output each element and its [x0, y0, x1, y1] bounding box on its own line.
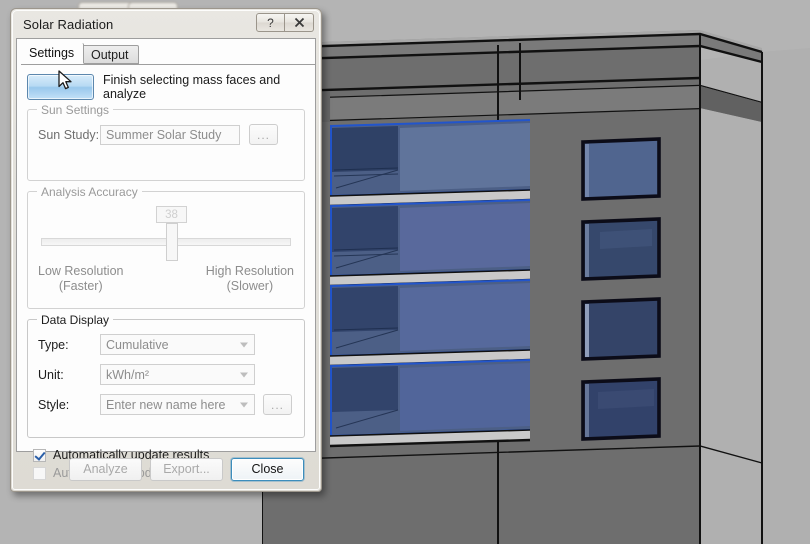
type-label: Type:: [38, 337, 69, 352]
accuracy-low-label-line1: Low Resolution: [38, 264, 124, 278]
sun-study-browse-button[interactable]: ...: [249, 124, 278, 145]
export-button-label: Export...: [163, 462, 210, 476]
dialog-client-area: Settings Output Finish selecting mass fa…: [16, 38, 316, 480]
style-row: Style: Enter new name here ...: [38, 394, 294, 415]
accuracy-slider-value: 38: [165, 208, 178, 221]
analysis-accuracy-group: Analysis Accuracy 38 Low Resolution (Fas…: [27, 185, 305, 309]
accuracy-high-label: High Resolution (Slower): [206, 264, 294, 294]
style-value: Enter new name here: [106, 397, 226, 412]
type-value: Cumulative: [106, 337, 169, 352]
export-button[interactable]: Export...: [150, 457, 223, 481]
close-icon[interactable]: [285, 13, 314, 32]
dialog-footer: Analyze Export... Close: [16, 453, 316, 485]
accuracy-slider[interactable]: 38 Low Resolution (Faster) High Resoluti…: [38, 206, 294, 293]
close-x-glyph: [294, 17, 304, 28]
unit-label: Unit:: [38, 367, 64, 382]
sun-study-field[interactable]: Summer Solar Study: [100, 124, 240, 145]
sun-settings-group-label: Sun Settings: [37, 103, 114, 117]
accuracy-slider-end-labels: Low Resolution (Faster) High Resolution …: [38, 264, 294, 294]
tab-settings[interactable]: Settings: [21, 43, 85, 64]
accuracy-high-label-line1: High Resolution: [205, 264, 294, 278]
dialog-tabstrip: Settings Output: [21, 43, 315, 65]
accuracy-high-label-line2: (Slower): [226, 279, 274, 293]
finish-selection-instruction: Finish selecting mass faces and analyze: [103, 73, 281, 101]
finish-selection-row: Finish selecting mass faces and analyze: [27, 73, 305, 101]
data-display-group-label: Data Display: [37, 313, 114, 327]
accuracy-low-label: Low Resolution (Faster): [38, 264, 123, 294]
chevron-down-icon: [240, 372, 248, 377]
unit-row: Unit: kWh/m²: [38, 364, 294, 385]
sun-study-label: Sun Study:: [38, 127, 100, 142]
type-combo[interactable]: Cumulative: [100, 334, 255, 355]
analyze-button-label: Analyze: [83, 462, 128, 476]
sun-settings-group: Sun Settings Sun Study: Summer Solar Stu…: [27, 103, 305, 181]
tab-settings-label: Settings: [29, 46, 75, 60]
sun-study-row: Sun Study: Summer Solar Study ...: [38, 124, 294, 145]
analysis-accuracy-group-label: Analysis Accuracy: [37, 185, 142, 199]
unit-combo[interactable]: kWh/m²: [100, 364, 255, 385]
solar-radiation-dialog: Solar Radiation ? Settings Output Finish…: [10, 8, 322, 492]
sun-study-browse-label: ...: [256, 127, 270, 142]
finish-selection-button[interactable]: [27, 74, 94, 100]
unit-value: kWh/m²: [106, 367, 150, 382]
chevron-down-icon: [240, 402, 248, 407]
accuracy-slider-value-bubble: 38: [156, 206, 187, 223]
style-browse-button[interactable]: ...: [263, 394, 292, 415]
dialog-title: Solar Radiation: [23, 17, 114, 32]
type-row: Type: Cumulative: [38, 334, 294, 355]
titlebar-buttons: ?: [256, 13, 314, 32]
accuracy-slider-thumb[interactable]: [166, 223, 178, 261]
dialog-titlebar[interactable]: Solar Radiation ?: [14, 12, 318, 37]
settings-tab-panel: Finish selecting mass faces and analyze …: [17, 65, 315, 480]
data-display-group: Data Display Type: Cumulative Unit: kWh/…: [27, 313, 305, 438]
accuracy-low-label-line2: (Faster): [58, 279, 103, 293]
help-glyph: ?: [267, 15, 274, 30]
close-button-label: Close: [251, 462, 284, 476]
style-label: Style:: [38, 397, 70, 412]
application-window: Solar Radiation ? Settings Output Finish…: [0, 0, 810, 544]
analyze-button[interactable]: Analyze: [69, 457, 142, 481]
style-browse-label: ...: [270, 397, 284, 412]
tab-output-label: Output: [91, 47, 129, 62]
sun-study-value: Summer Solar Study: [106, 127, 222, 142]
help-icon[interactable]: ?: [256, 13, 285, 32]
chevron-down-icon: [240, 342, 248, 347]
style-combo[interactable]: Enter new name here: [100, 394, 255, 415]
tab-output[interactable]: Output: [81, 45, 139, 64]
close-button[interactable]: Close: [231, 457, 304, 481]
